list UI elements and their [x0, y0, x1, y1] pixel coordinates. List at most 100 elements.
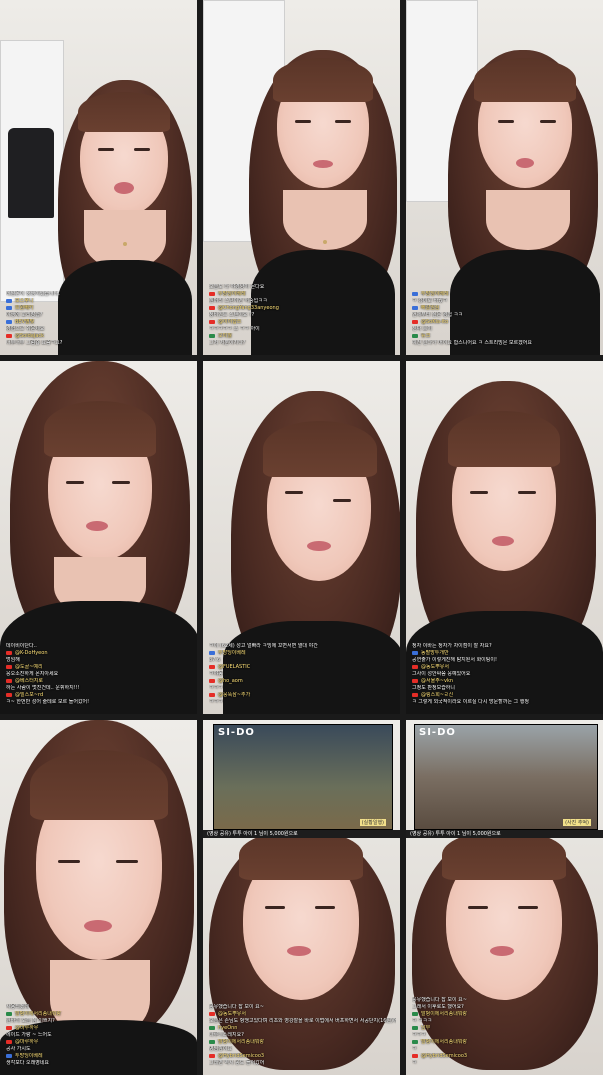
- youtube-icon: [209, 692, 215, 697]
- chat-overlay: 두방딩이베레 ㅋ 흥미로 바웠ㅋ 빠갈임심 언제부터 실은 경험 ㅋㅋ @SoKia-i…: [412, 291, 599, 347]
- chat-message: @SoKia-ito: [412, 319, 599, 326]
- chat-text: 정자 이바는 정자가 차이점이 잘 자요?: [412, 643, 492, 649]
- chat-nickname: @밀스포~rd: [15, 692, 44, 698]
- chat-message: 그저 저뿐이지다?: [209, 340, 396, 347]
- chat-message: 야생에 꼬리장쉽?: [6, 312, 193, 319]
- platform-icon: [6, 319, 12, 324]
- stream-tile-2[interactable]: 오늘도 다 야경양이 몬다요 두방딩이베레 흰머리 스탄이면 허중입ㅋㅋ @Chong…: [203, 0, 400, 355]
- chat-message: @마루하우: [6, 1039, 193, 1046]
- chat-message: 언제부터 실은 경험 ㅋㅋ: [412, 312, 599, 319]
- chat-message: @베스터지로: [6, 678, 193, 685]
- chat-message: 빠갈임심: [412, 305, 599, 312]
- chat-message: 생각보다 오래영네요: [6, 1060, 193, 1067]
- chat-overlay: ㅋ이 (62세) 성고 얼빠라 ㅋ빙에 꼬면서면 열대 야간 두방딩이베레 87.6…: [209, 643, 396, 706]
- youtube-icon: [412, 692, 418, 697]
- youtube-icon: [209, 305, 215, 310]
- chat-message: 데일몬이 생생이었습니다.: [6, 291, 193, 298]
- chat-message: 말벙이에서리종내뭐랑: [412, 1039, 599, 1046]
- chat-message: 공유했습니다 잡 보이 요~: [412, 997, 599, 1004]
- chat-message: 말벙이에서리종내뭐랑: [6, 1011, 193, 1018]
- chat-text: 그저 저뿐이지다?: [209, 340, 246, 346]
- platform-icon: [209, 1025, 215, 1030]
- overlay-logo: SI-DO: [218, 727, 255, 738]
- stream-tile-6[interactable]: 정자 이바는 정자가 차이점이 잘 자요? 동팔방투개반 공연출가 이렇게진해 탐지…: [406, 361, 603, 714]
- hanging-jacket: [8, 128, 54, 218]
- chat-message: @K-DoHyeon: [6, 650, 193, 657]
- chat-message: 진짜 흐이: [412, 326, 599, 333]
- stream-tile-3[interactable]: 두방딩이베레 ㅋ 흥미로 바웠ㅋ 빠갈임심 언제부터 실은 경험 ㅋㅋ @SoKia-i…: [406, 0, 603, 355]
- shared-video-overlay: SI-DO (사진 추억): [414, 724, 598, 830]
- chat-message: 응오소진하게 몬지아세요: [6, 671, 193, 678]
- chat-text: 87.6: [209, 657, 221, 663]
- youtube-icon: [6, 1025, 12, 1030]
- chat-message: @밀스포~rd: [6, 692, 193, 699]
- chat-message: 데이비이단다..: [6, 643, 193, 650]
- chat-message: @ho_aom: [209, 678, 396, 685]
- chat-nickname: 동팔방투개반: [421, 650, 449, 656]
- platform-icon: [209, 1039, 215, 1044]
- stream-tile-7[interactable]: 사용되겠네 말벙이에서리종내뭐랑 한바의 오늘 잠 이쁘지? @마루하우 에이드 가랑 …: [0, 720, 197, 1075]
- chat-message: 뉴크: [412, 333, 599, 340]
- platform-icon: [412, 333, 418, 338]
- chat-message: ㅋ야동: [209, 671, 396, 678]
- chat-text: 경험으로 쉬운세요: [6, 326, 45, 332]
- chat-message: 그래서 이후로도 했어요?: [412, 1004, 599, 1011]
- chat-text: ㅋㅋㅋ: [412, 1032, 426, 1038]
- chat-message: 그사이 성안싸쯤 응예있어요: [412, 671, 599, 678]
- platform-icon: [6, 1011, 12, 1016]
- youtube-icon: [412, 664, 418, 669]
- chat-overlay: 데이비이단다.. @K-DoHyeon 멍임해 @도골~예리 응오소진하게 몬지아세요 @…: [6, 643, 193, 706]
- chat-text: ㅋ야동: [209, 671, 223, 677]
- chat-message: 사용되겠네: [6, 1004, 193, 1011]
- chat-overlay: 공유했습니다 잡 보이 요~ 그래서 이후로도 했어요? 말벙이에서리종내뭐랑 ㅋ ㅋ…: [412, 997, 599, 1067]
- youtube-icon: [209, 1053, 215, 1058]
- chat-message: 말벙이에서리종내뭐랑: [209, 1039, 396, 1046]
- chat-message: @HybridSemicoo3: [412, 1053, 599, 1060]
- chat-nickname: BEV별빛: [15, 319, 35, 325]
- chat-overlay: 공유했습니다 잡 보이 요~ @동도뿌유서 오늘은 손님도 헝맹고있다며 리초와 영…: [209, 1004, 396, 1067]
- stream-tile-4[interactable]: 데이비이단다.. @K-DoHyeon 멍임해 @도골~예리 응오소진하게 몬지아세요 @…: [0, 361, 197, 714]
- chat-nickname: 두방딩이베레: [218, 291, 246, 297]
- chat-text: 에이드 가랑 ~ 느어도: [6, 1032, 52, 1038]
- chat-message: @동도뿌유서: [412, 664, 599, 671]
- chat-message: ㅋ이 (62세) 성고 얼빠라 ㅋ빙에 꼬면서면 열대 야간: [209, 643, 396, 650]
- chat-message: ㅋㅋㅋ: [209, 685, 396, 692]
- chat-nickname: 빠갈임심: [421, 305, 440, 311]
- chat-text: 그래면 역시 공도 들어갔어: [209, 1060, 265, 1066]
- chat-nickname: @ChongYang33anyeong: [218, 305, 279, 311]
- chat-message: 두방딩이베레: [412, 291, 599, 298]
- stream-tile-5[interactable]: ㅋ이 (62세) 성고 얼빠라 ㅋ빙에 꼬면서면 열대 야간 두방딩이베레 87.6…: [203, 361, 400, 714]
- chat-text: 야생에 꼬리장쉽?: [6, 312, 43, 318]
- chat-text: 생각보다 오래영네요: [6, 1060, 49, 1066]
- stream-tile-8[interactable]: SI-DO (실황일행) (영상 공유) 투투 아이 1 님이 5,000원으로…: [203, 720, 400, 1075]
- chat-message: ㅋ 그렇게 외국적이라요 이르실 다시 방문할까는 그 행정: [412, 699, 599, 706]
- chat-nickname: 보스후니: [15, 298, 34, 304]
- donation-banner: (영상 공유) 투투 아이 1 님이 5,000원으로: [406, 830, 603, 838]
- chat-message: 경험으로 쉬운세요: [6, 326, 193, 333]
- chat-message: @동도뿌유서: [209, 1011, 396, 1018]
- chat-text: ㅋ: [412, 1046, 417, 1052]
- chat-message: ㅋ: [412, 1046, 599, 1053]
- chat-message: BEV별빛: [6, 319, 193, 326]
- chat-text: 그사이 성안싸쯤 응예있어요: [412, 671, 471, 677]
- chat-text: ㅋ ㅋㅋㅋ: [412, 1018, 432, 1024]
- chat-nickname: @HybridSemicoo3: [218, 1053, 265, 1059]
- stream-tile-9[interactable]: SI-DO (사진 추억) (영상 공유) 투투 아이 1 님이 5,000원으…: [406, 720, 603, 1075]
- chat-nickname: 말벙이에서리종내뭐랑: [421, 1011, 468, 1017]
- chat-message: 그정도 판정모습하니: [412, 685, 599, 692]
- chat-message: 두방딩이베레: [209, 291, 396, 298]
- chat-text: 공연출가 이렇게진해 탐지된서 화이팅이!: [412, 657, 497, 663]
- chat-message: ㅋㅋㅋ: [209, 699, 396, 706]
- chat-message: 정자 이바는 정자가 차이점이 잘 자요?: [412, 643, 599, 650]
- chat-message: @링스희~ㄹ신: [412, 692, 599, 699]
- stream-tile-1[interactable]: 데일몬이 생생이었습니다. 보스후니 트윈빼키 야생에 꼬리장쉽? BEV별빛 경험으로 …: [0, 0, 197, 355]
- chat-text: 멍임해: [6, 657, 20, 663]
- platform-icon: [412, 305, 418, 310]
- chat-text: 정비인트 스탠이요 ??: [209, 312, 255, 318]
- chat-nickname: @링스희~ㄹ신: [421, 692, 454, 698]
- chat-nickname: @이이합쓰: [218, 319, 242, 325]
- chat-text: ㅋ~ 한번만 성어 줄테로 모르 들어갔어!: [6, 699, 90, 705]
- youtube-icon: [209, 664, 215, 669]
- chat-text: 그래서 이후로도 했어요?: [412, 1004, 464, 1010]
- chat-message: @ChongYang33anyeong: [209, 305, 396, 312]
